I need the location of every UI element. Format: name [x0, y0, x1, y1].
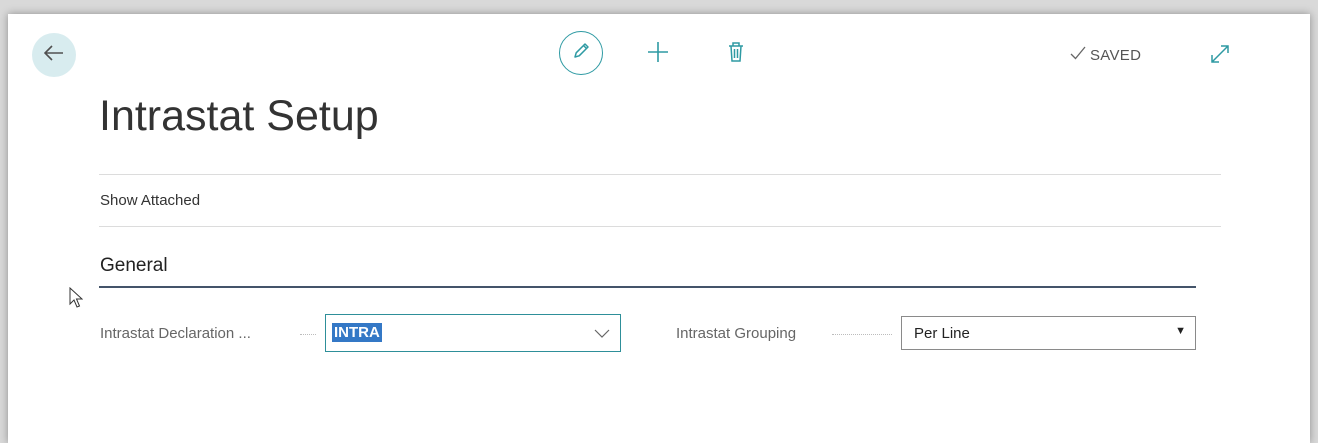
plus-icon	[647, 41, 669, 68]
chevron-down-icon[interactable]	[594, 326, 610, 344]
intrastat-grouping-select[interactable]: Per Line ▼	[901, 316, 1196, 350]
expand-icon	[1209, 43, 1231, 70]
checkmark-icon	[1070, 46, 1086, 64]
page-title: Intrastat Setup	[99, 92, 379, 140]
expand-button[interactable]	[1206, 42, 1234, 70]
arrow-left-icon	[43, 44, 64, 66]
delete-button[interactable]	[722, 38, 750, 70]
divider	[99, 226, 1221, 227]
saved-label: SAVED	[1090, 46, 1142, 64]
edit-button[interactable]	[559, 31, 603, 75]
divider	[99, 174, 1221, 175]
back-button[interactable]	[32, 33, 76, 77]
new-button[interactable]	[644, 38, 672, 70]
section-divider	[99, 286, 1196, 288]
intrastat-declaration-input[interactable]: INTRA	[325, 314, 621, 352]
mouse-pointer-icon	[69, 286, 84, 314]
intrastat-grouping-label: Intrastat Grouping	[676, 325, 797, 342]
intrastat-declaration-value: INTRA	[332, 323, 382, 342]
intrastat-grouping-value: Per Line	[914, 325, 970, 342]
show-attached-action[interactable]: Show Attached	[100, 192, 200, 209]
trash-icon	[727, 41, 745, 68]
field-leader-dots	[300, 334, 316, 336]
page-panel: SAVED Intrastat Setup Show Attached Gene…	[8, 14, 1310, 443]
pencil-icon	[571, 41, 591, 66]
dropdown-arrow-icon: ▼	[1175, 325, 1186, 337]
saved-status: SAVED	[1070, 44, 1141, 66]
field-leader-dots	[832, 334, 892, 336]
intrastat-declaration-label: Intrastat Declaration ...	[100, 325, 251, 342]
section-general-title[interactable]: General	[100, 255, 168, 277]
